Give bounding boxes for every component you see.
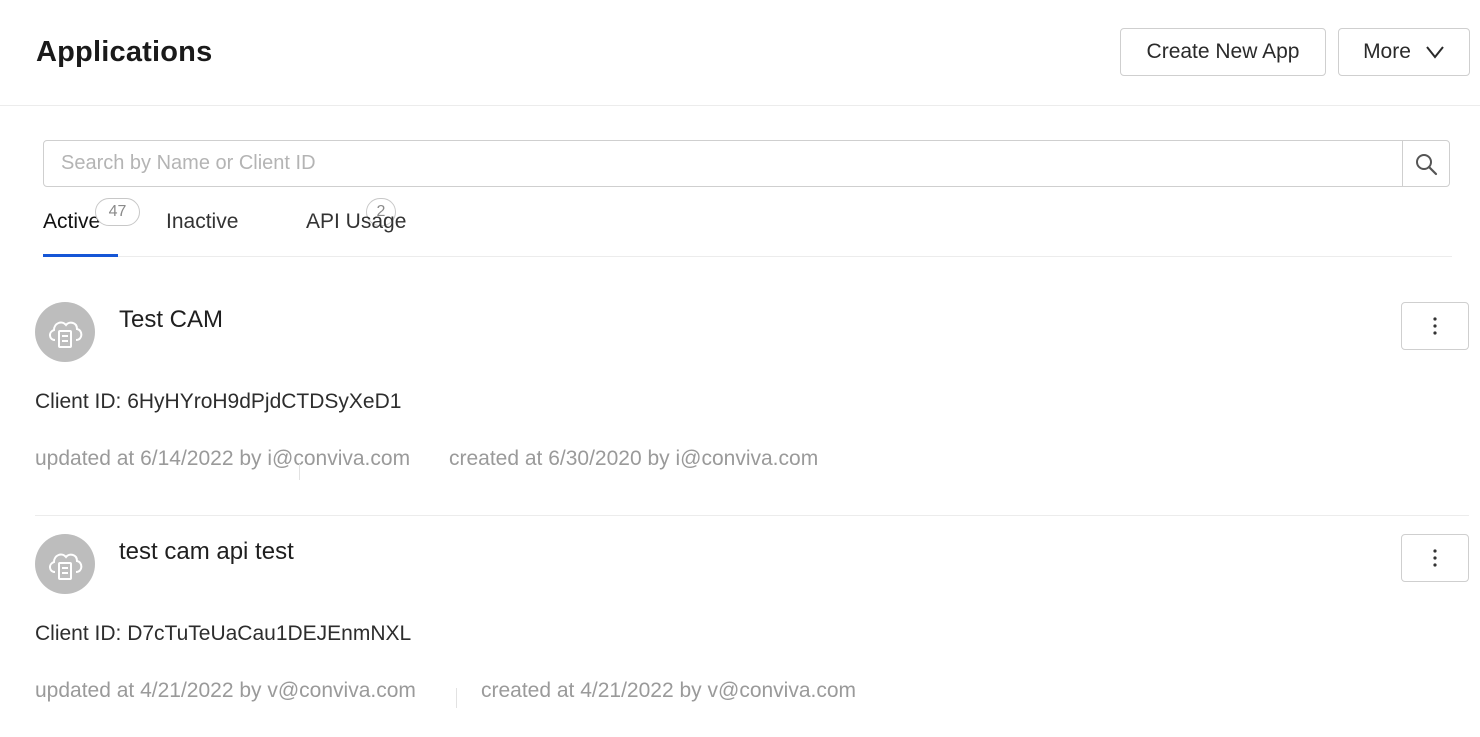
meta-divider — [456, 688, 457, 708]
client-id: Client ID: 6HyHYroH9dPjdCTDSyXeD1 — [35, 390, 402, 413]
tab-active[interactable]: Active 47 — [43, 198, 140, 234]
app-name[interactable]: Test CAM — [119, 306, 223, 334]
app-list-item[interactable]: test cam api test Client ID: D7cTuTeUaCa… — [35, 532, 1469, 732]
status-tabs: Active 47 Inactive 2 API Usage — [43, 196, 1452, 257]
updated-info: updated at 6/14/2022 by i@conviva.com — [35, 447, 411, 470]
app-avatar — [35, 534, 95, 594]
cloud-app-icon — [49, 321, 83, 348]
created-info: created at 6/30/2020 by i@conviva.com — [449, 447, 819, 470]
app-actions-button[interactable] — [1401, 534, 1469, 582]
search-button[interactable] — [1402, 141, 1449, 186]
page-title: Applications — [36, 36, 213, 68]
app-avatar — [35, 302, 95, 362]
more-button-label: More — [1363, 40, 1411, 63]
more-button[interactable]: More — [1338, 28, 1470, 76]
updated-info: updated at 4/21/2022 by v@conviva.com — [35, 679, 416, 702]
tab-api-usage-label: API Usage — [306, 210, 407, 233]
page-header: Applications Create New App More — [0, 0, 1480, 106]
search-bar — [43, 140, 1450, 187]
tab-active-label: Active — [43, 210, 101, 233]
kebab-icon — [1433, 549, 1437, 567]
cloud-app-icon — [49, 553, 83, 580]
app-meta: updated at 6/14/2022 by i@conviva.com cr… — [35, 447, 818, 471]
meta-divider — [299, 464, 300, 480]
kebab-icon — [1433, 317, 1437, 335]
create-new-app-button[interactable]: Create New App — [1120, 28, 1326, 76]
tab-inactive-label: Inactive — [166, 210, 239, 233]
app-actions-button[interactable] — [1401, 302, 1469, 350]
created-info: created at 4/21/2022 by v@conviva.com — [481, 679, 857, 702]
tab-api-usage[interactable]: API Usage — [306, 210, 406, 234]
app-list-item[interactable]: Test CAM Client ID: 6HyHYroH9dPjdCTDSyXe… — [35, 300, 1469, 516]
search-input[interactable] — [44, 141, 1402, 186]
client-id: Client ID: D7cTuTeUaCau1DEJEnmNXL — [35, 622, 412, 645]
active-tab-indicator — [43, 254, 118, 257]
search-icon — [1416, 153, 1438, 175]
chevron-down-icon — [1426, 46, 1444, 59]
app-meta: updated at 4/21/2022 by v@conviva.com cr… — [35, 679, 856, 703]
app-name[interactable]: test cam api test — [119, 538, 294, 566]
active-count-badge: 47 — [95, 198, 140, 226]
tab-inactive[interactable]: Inactive 2 — [166, 198, 396, 234]
